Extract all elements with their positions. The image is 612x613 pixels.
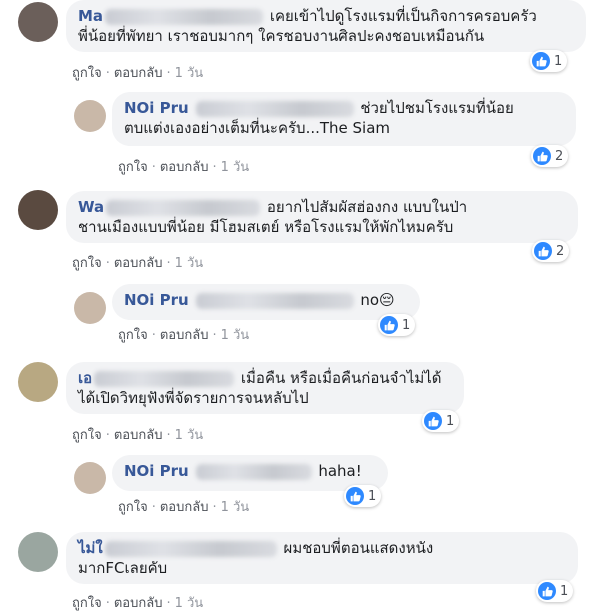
blurred-author-name — [94, 370, 235, 387]
blurred-author-name — [106, 199, 261, 216]
avatar[interactable] — [74, 100, 106, 132]
comment-actions: ถูกใจ · ตอบกลับ · 1 วัน — [118, 500, 250, 515]
comment-bubble: ไม่ใ ผมชอบพี่ตอนแสดงหนัง มากFCเลยคับ — [66, 532, 578, 584]
comment-text: ชานเมืองแบบพี่น้อย มีโฮมสเตย์ หรือโรงแรม… — [78, 218, 454, 236]
blurred-author-name — [104, 540, 277, 557]
avatar[interactable] — [18, 362, 58, 402]
comment-bubble: Ma เคยเข้าไปดูโรงแรมที่เป็นกิจการครอบครั… — [66, 0, 586, 52]
comment-text: พี่น้อยที่พัทยา เราชอบมากๆ ใครชอบงานศิลป… — [78, 27, 485, 45]
comment-bubble: NOi Pru haha! — [112, 455, 388, 491]
comment-bubble: NOi Pru no😔 — [112, 284, 420, 320]
reply-button[interactable]: ตอบกลับ — [160, 160, 209, 175]
avatar[interactable] — [18, 190, 58, 230]
like-icon — [532, 52, 550, 70]
like-icon — [534, 242, 552, 260]
comment-text: มากFCเลยคับ — [78, 559, 168, 577]
comment-text: เมื่อคืน หรือเมื่อคืนก่อนจำไม่ได้ — [240, 369, 442, 387]
avatar[interactable] — [18, 532, 58, 572]
like-button[interactable]: ถูกใจ — [118, 500, 148, 515]
comment-text: no😔 — [360, 291, 395, 309]
comment-text: ช่วยไปชมโรงแรมที่น้อย — [360, 99, 514, 117]
comment-actions: ถูกใจ · ตอบกลับ · 1 วัน — [72, 428, 204, 443]
reply-button[interactable]: ตอบกลับ — [160, 500, 209, 515]
comment-text: ผมชอบพี่ตอนแสดงหนัง — [283, 539, 434, 557]
comment-text: เคยเข้าไปดูโรงแรมที่เป็นกิจการครอบครัว — [269, 7, 537, 25]
author-name[interactable]: เอ — [78, 369, 92, 387]
like-icon — [346, 487, 364, 505]
like-count: 1 — [402, 317, 411, 333]
like-count: 1 — [368, 488, 377, 504]
comment-actions: ถูกใจ · ตอบกลับ · 1 วัน — [118, 160, 250, 175]
like-button[interactable]: ถูกใจ — [72, 66, 102, 81]
timestamp[interactable]: 1 วัน — [175, 66, 204, 81]
like-button[interactable]: ถูกใจ — [72, 256, 102, 271]
blurred-author-name — [195, 292, 354, 309]
like-count: 2 — [556, 243, 565, 259]
like-button[interactable]: ถูกใจ — [72, 596, 102, 611]
comment-actions: ถูกใจ · ตอบกลับ · 1 วัน — [72, 596, 204, 611]
comment-bubble: Wa อยากไปสัมผัสฮ่องกง แบบในป่า ชานเมืองแ… — [66, 191, 578, 243]
reaction-count[interactable]: 2 — [532, 240, 570, 262]
timestamp[interactable]: 1 วัน — [175, 428, 204, 443]
author-name[interactable]: Ma — [78, 7, 103, 25]
avatar[interactable] — [74, 462, 106, 494]
reaction-count[interactable]: 1 — [378, 314, 416, 336]
comment-bubble: NOi Pru ช่วยไปชมโรงแรมที่น้อย ตบแต่งเองอ… — [112, 92, 576, 146]
blurred-author-name — [195, 100, 354, 117]
comment-actions: ถูกใจ · ตอบกลับ · 1 วัน — [118, 328, 250, 343]
author-name[interactable]: NOi Pru — [124, 462, 189, 480]
reply-button[interactable]: ตอบกลับ — [114, 66, 163, 81]
timestamp[interactable]: 1 วัน — [175, 256, 204, 271]
like-button[interactable]: ถูกใจ — [72, 428, 102, 443]
reply-button[interactable]: ตอบกลับ — [114, 596, 163, 611]
reaction-count[interactable]: 1 — [536, 580, 574, 602]
like-button[interactable]: ถูกใจ — [118, 328, 148, 343]
avatar[interactable] — [18, 2, 58, 42]
comment-bubble: เอ เมื่อคืน หรือเมื่อคืนก่อนจำไม่ได้ ได้… — [66, 362, 464, 414]
timestamp[interactable]: 1 วัน — [175, 596, 204, 611]
comment-text: ได้เปิดวิทยุฟังพี่จัดรายการจนหลับไป — [78, 389, 309, 407]
comment-text: ตบแต่งเองอย่างเต็มที่นะครับ...The Siam — [124, 119, 391, 137]
reaction-count[interactable]: 1 — [422, 410, 460, 432]
reaction-count[interactable]: 1 — [530, 50, 568, 72]
comment-actions: ถูกใจ · ตอบกลับ · 1 วัน — [72, 66, 204, 81]
comment-actions: ถูกใจ · ตอบกลับ · 1 วัน — [72, 256, 204, 271]
like-count: 1 — [554, 53, 563, 69]
reaction-count[interactable]: 1 — [344, 485, 382, 507]
author-name[interactable]: ไม่ใ — [78, 539, 103, 557]
blurred-author-name — [195, 463, 312, 480]
comment-text: อยากไปสัมผัสฮ่องกง แบบในป่า — [266, 198, 468, 216]
like-count: 1 — [560, 583, 569, 599]
reaction-count[interactable]: 2 — [531, 145, 569, 167]
author-name[interactable]: Wa — [78, 198, 104, 216]
blurred-author-name — [105, 8, 264, 25]
timestamp[interactable]: 1 วัน — [221, 328, 250, 343]
like-icon — [424, 412, 442, 430]
author-name[interactable]: NOi Pru — [124, 99, 189, 117]
reply-button[interactable]: ตอบกลับ — [160, 328, 209, 343]
author-name[interactable]: NOi Pru — [124, 291, 189, 309]
avatar[interactable] — [74, 292, 106, 324]
timestamp[interactable]: 1 วัน — [221, 160, 250, 175]
comment-text: haha! — [318, 462, 362, 480]
like-icon — [538, 582, 556, 600]
like-icon — [380, 316, 398, 334]
reply-button[interactable]: ตอบกลับ — [114, 428, 163, 443]
timestamp[interactable]: 1 วัน — [221, 500, 250, 515]
like-count: 1 — [446, 413, 455, 429]
like-count: 2 — [555, 148, 564, 164]
reply-button[interactable]: ตอบกลับ — [114, 256, 163, 271]
like-button[interactable]: ถูกใจ — [118, 160, 148, 175]
like-icon — [533, 147, 551, 165]
